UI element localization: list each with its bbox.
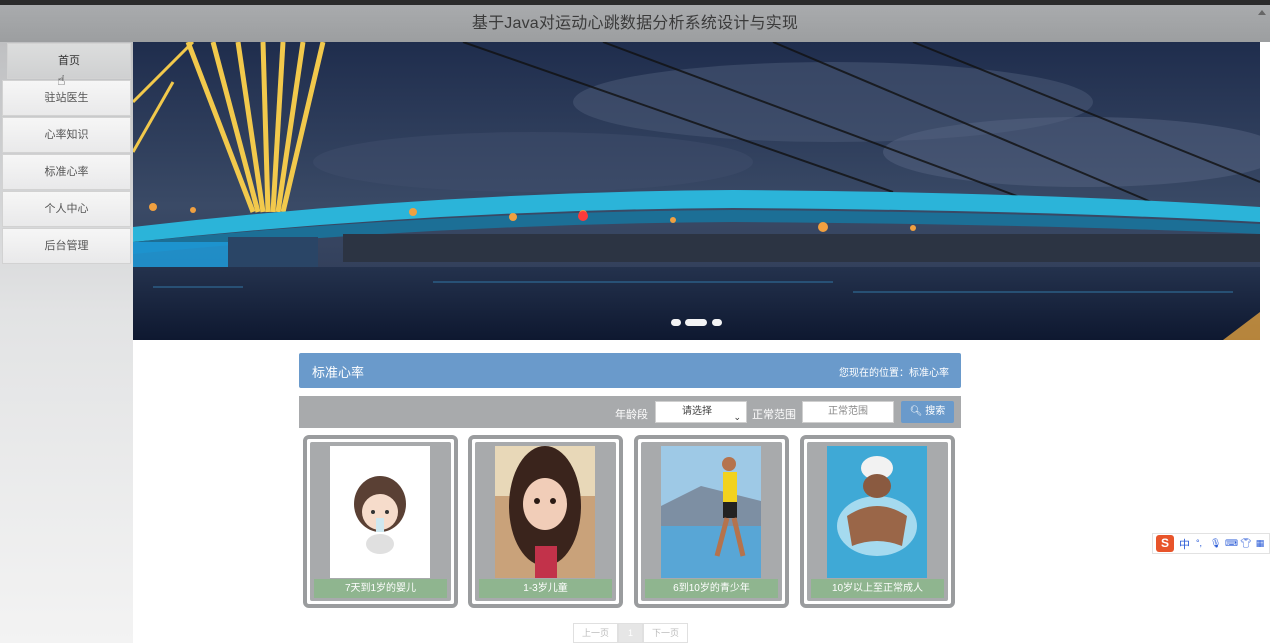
search-button[interactable]: 🔍︎ 搜索 bbox=[901, 401, 954, 423]
page-number-button[interactable]: 1 bbox=[618, 623, 643, 643]
mouse-pointer-icon: ☝ bbox=[57, 72, 66, 88]
carousel-dot-1[interactable] bbox=[671, 319, 681, 326]
section-title: 标准心率 bbox=[312, 365, 365, 380]
search-icon: 🔍︎ bbox=[909, 406, 923, 417]
section-header: 标准心率 您现在的位置：标准心率 bbox=[299, 353, 961, 388]
search-button-label: 搜索 bbox=[925, 406, 946, 417]
skin-shirt-icon[interactable]: 👕︎ bbox=[1240, 538, 1251, 549]
app-title: 基于Java对运动心跳数据分析系统设计与实现 bbox=[471, 15, 799, 32]
range-label: 正常范围 bbox=[752, 409, 796, 421]
chevron-down-icon: ⌄ bbox=[733, 412, 741, 422]
microphone-icon[interactable]: 🎙︎ bbox=[1210, 538, 1221, 549]
nav-item-doctors[interactable]: 驻站医生 bbox=[2, 80, 131, 116]
banner-image bbox=[133, 42, 1260, 340]
nav-item-heart-knowledge[interactable]: 心率知识 bbox=[2, 117, 131, 153]
card-caption: 1-3岁儿童 bbox=[479, 579, 612, 598]
nav-item-home[interactable]: 首页 bbox=[7, 43, 131, 79]
page: 基于Java对运动心跳数据分析系统设计与实现 首页 驻站医生 心率知识 标准心率… bbox=[0, 0, 1270, 643]
card-image bbox=[827, 446, 927, 578]
banner-carousel[interactable] bbox=[133, 42, 1260, 340]
card-caption: 10岁以上至正常成人 bbox=[811, 579, 944, 598]
ime-mode[interactable]: 中 bbox=[1179, 536, 1190, 552]
toolbox-grid-icon[interactable]: ▦ bbox=[1255, 538, 1265, 549]
scroll-up-icon[interactable] bbox=[1258, 10, 1266, 15]
keyboard-icon[interactable]: ⌨ bbox=[1225, 538, 1238, 549]
next-page-button[interactable]: 下一页 bbox=[643, 623, 688, 643]
carousel-dot-2[interactable] bbox=[685, 319, 707, 326]
card-toddler[interactable]: 1-3岁儿童 bbox=[468, 435, 623, 608]
prev-page-button[interactable]: 上一页 bbox=[573, 623, 618, 643]
card-image bbox=[661, 446, 761, 578]
nav-item-standard-heart-rate[interactable]: 标准心率 bbox=[2, 154, 131, 190]
sogou-logo-icon[interactable]: S bbox=[1156, 535, 1174, 552]
age-label: 年龄段 bbox=[615, 409, 648, 421]
pagination: 上一页 1 下一页 bbox=[573, 623, 688, 643]
carousel-dot-3[interactable] bbox=[712, 319, 722, 326]
search-bar: 年龄段 请选择 ⌄ 正常范围 正常范围 🔍︎ 搜索 bbox=[299, 396, 961, 428]
nav-item-admin[interactable]: 后台管理 bbox=[2, 228, 131, 264]
age-select[interactable]: 请选择 ⌄ bbox=[655, 401, 747, 423]
nav-item-personal-center[interactable]: 个人中心 bbox=[2, 191, 131, 227]
card-frame: 7天到1岁的婴儿 bbox=[310, 442, 451, 601]
card-frame: 10岁以上至正常成人 bbox=[807, 442, 948, 601]
breadcrumb: 您现在的位置：标准心率 bbox=[839, 368, 949, 379]
card-image bbox=[495, 446, 595, 578]
ime-toolbar: S 中 °, 🎙︎ ⌨ 👕︎ ▦ bbox=[1152, 533, 1270, 554]
card-caption: 7天到1岁的婴儿 bbox=[314, 579, 447, 598]
card-caption: 6到10岁的青少年 bbox=[645, 579, 778, 598]
age-select-value: 请选择 bbox=[682, 406, 712, 417]
card-frame: 6到10岁的青少年 bbox=[641, 442, 782, 601]
range-input[interactable]: 正常范围 bbox=[802, 401, 894, 423]
card-adult[interactable]: 10岁以上至正常成人 bbox=[800, 435, 955, 608]
sidebar: 首页 驻站医生 心率知识 标准心率 个人中心 后台管理 bbox=[0, 42, 133, 643]
card-infant[interactable]: 7天到1岁的婴儿 bbox=[303, 435, 458, 608]
top-header: 基于Java对运动心跳数据分析系统设计与实现 bbox=[0, 0, 1270, 42]
card-youth[interactable]: 6到10岁的青少年 bbox=[634, 435, 789, 608]
card-frame: 1-3岁儿童 bbox=[475, 442, 616, 601]
punctuation-icon[interactable]: °, bbox=[1194, 538, 1204, 549]
card-image bbox=[330, 446, 430, 578]
